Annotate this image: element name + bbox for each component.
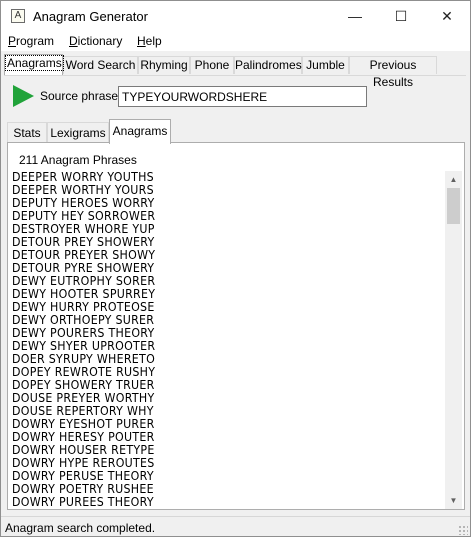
window-title: Anagram Generator [33,9,148,24]
scroll-up-arrow-icon[interactable]: ▲ [445,171,462,188]
subtab-lexigrams[interactable]: Lexigrams [47,122,109,143]
menu-program-accel: P [8,34,17,48]
tab-jumble[interactable]: Jumble [302,56,349,74]
sub-tabs: Stats Lexigrams Anagrams [1,119,470,144]
tab-palindromes[interactable]: Palindromes [234,56,302,74]
resize-grip-icon[interactable] [458,525,468,535]
scroll-down-arrow-icon[interactable]: ▼ [445,492,462,509]
source-phrase-label: Source phrase [40,89,119,103]
tabs-divider [4,75,466,76]
tab-previous-results[interactable]: Previous Results [349,56,437,89]
title-bar[interactable]: A Anagram Generator — ☐ ✕ [1,1,470,31]
close-button[interactable]: ✕ [424,1,470,31]
menu-bar: Program Dictionary Help [1,31,470,51]
menu-help-rest: elp [145,34,162,48]
anagram-results-panel: 211 Anagram Phrases DEEPER WORRY YOUTHS D… [7,142,465,510]
results-count: 211 Anagram Phrases [19,153,137,167]
main-tabs: Anagrams Word Search Rhyming Phone Palin… [1,54,470,89]
menu-dictionary[interactable]: Dictionary [69,34,122,48]
status-bar: Anagram search completed. [1,516,470,536]
app-window: A Anagram Generator — ☐ ✕ Program Dictio… [0,0,471,537]
list-item[interactable]: DOWRY PUREES THEORY [12,496,426,509]
menu-help[interactable]: Help [137,34,162,48]
scroll-thumb[interactable] [447,188,460,224]
menu-dictionary-rest: ictionary [77,34,123,48]
tab-word-search[interactable]: Word Search [63,56,138,74]
menu-help-accel: H [137,34,146,48]
subtab-anagrams[interactable]: Anagrams [109,119,171,144]
minimize-button[interactable]: — [332,1,378,31]
tab-anagrams-label: Anagrams [5,55,64,71]
play-icon[interactable] [13,85,34,107]
menu-program-rest: rogram [16,34,55,48]
status-text: Anagram search completed. [5,521,156,535]
menu-dictionary-accel: D [69,34,78,48]
subtab-stats[interactable]: Stats [7,122,47,143]
vertical-scrollbar[interactable]: ▲ ▼ [445,171,462,509]
menu-program[interactable]: Program [8,34,54,48]
tab-rhyming[interactable]: Rhyming [138,56,190,74]
tab-anagrams[interactable]: Anagrams [4,54,64,75]
maximize-button[interactable]: ☐ [378,1,424,31]
source-phrase-input[interactable] [118,86,367,107]
app-icon: A [11,9,25,23]
tab-phone[interactable]: Phone [190,56,234,74]
results-list[interactable]: DEEPER WORRY YOUTHS DEEPER WORTHY YOURS DE… [11,171,462,509]
